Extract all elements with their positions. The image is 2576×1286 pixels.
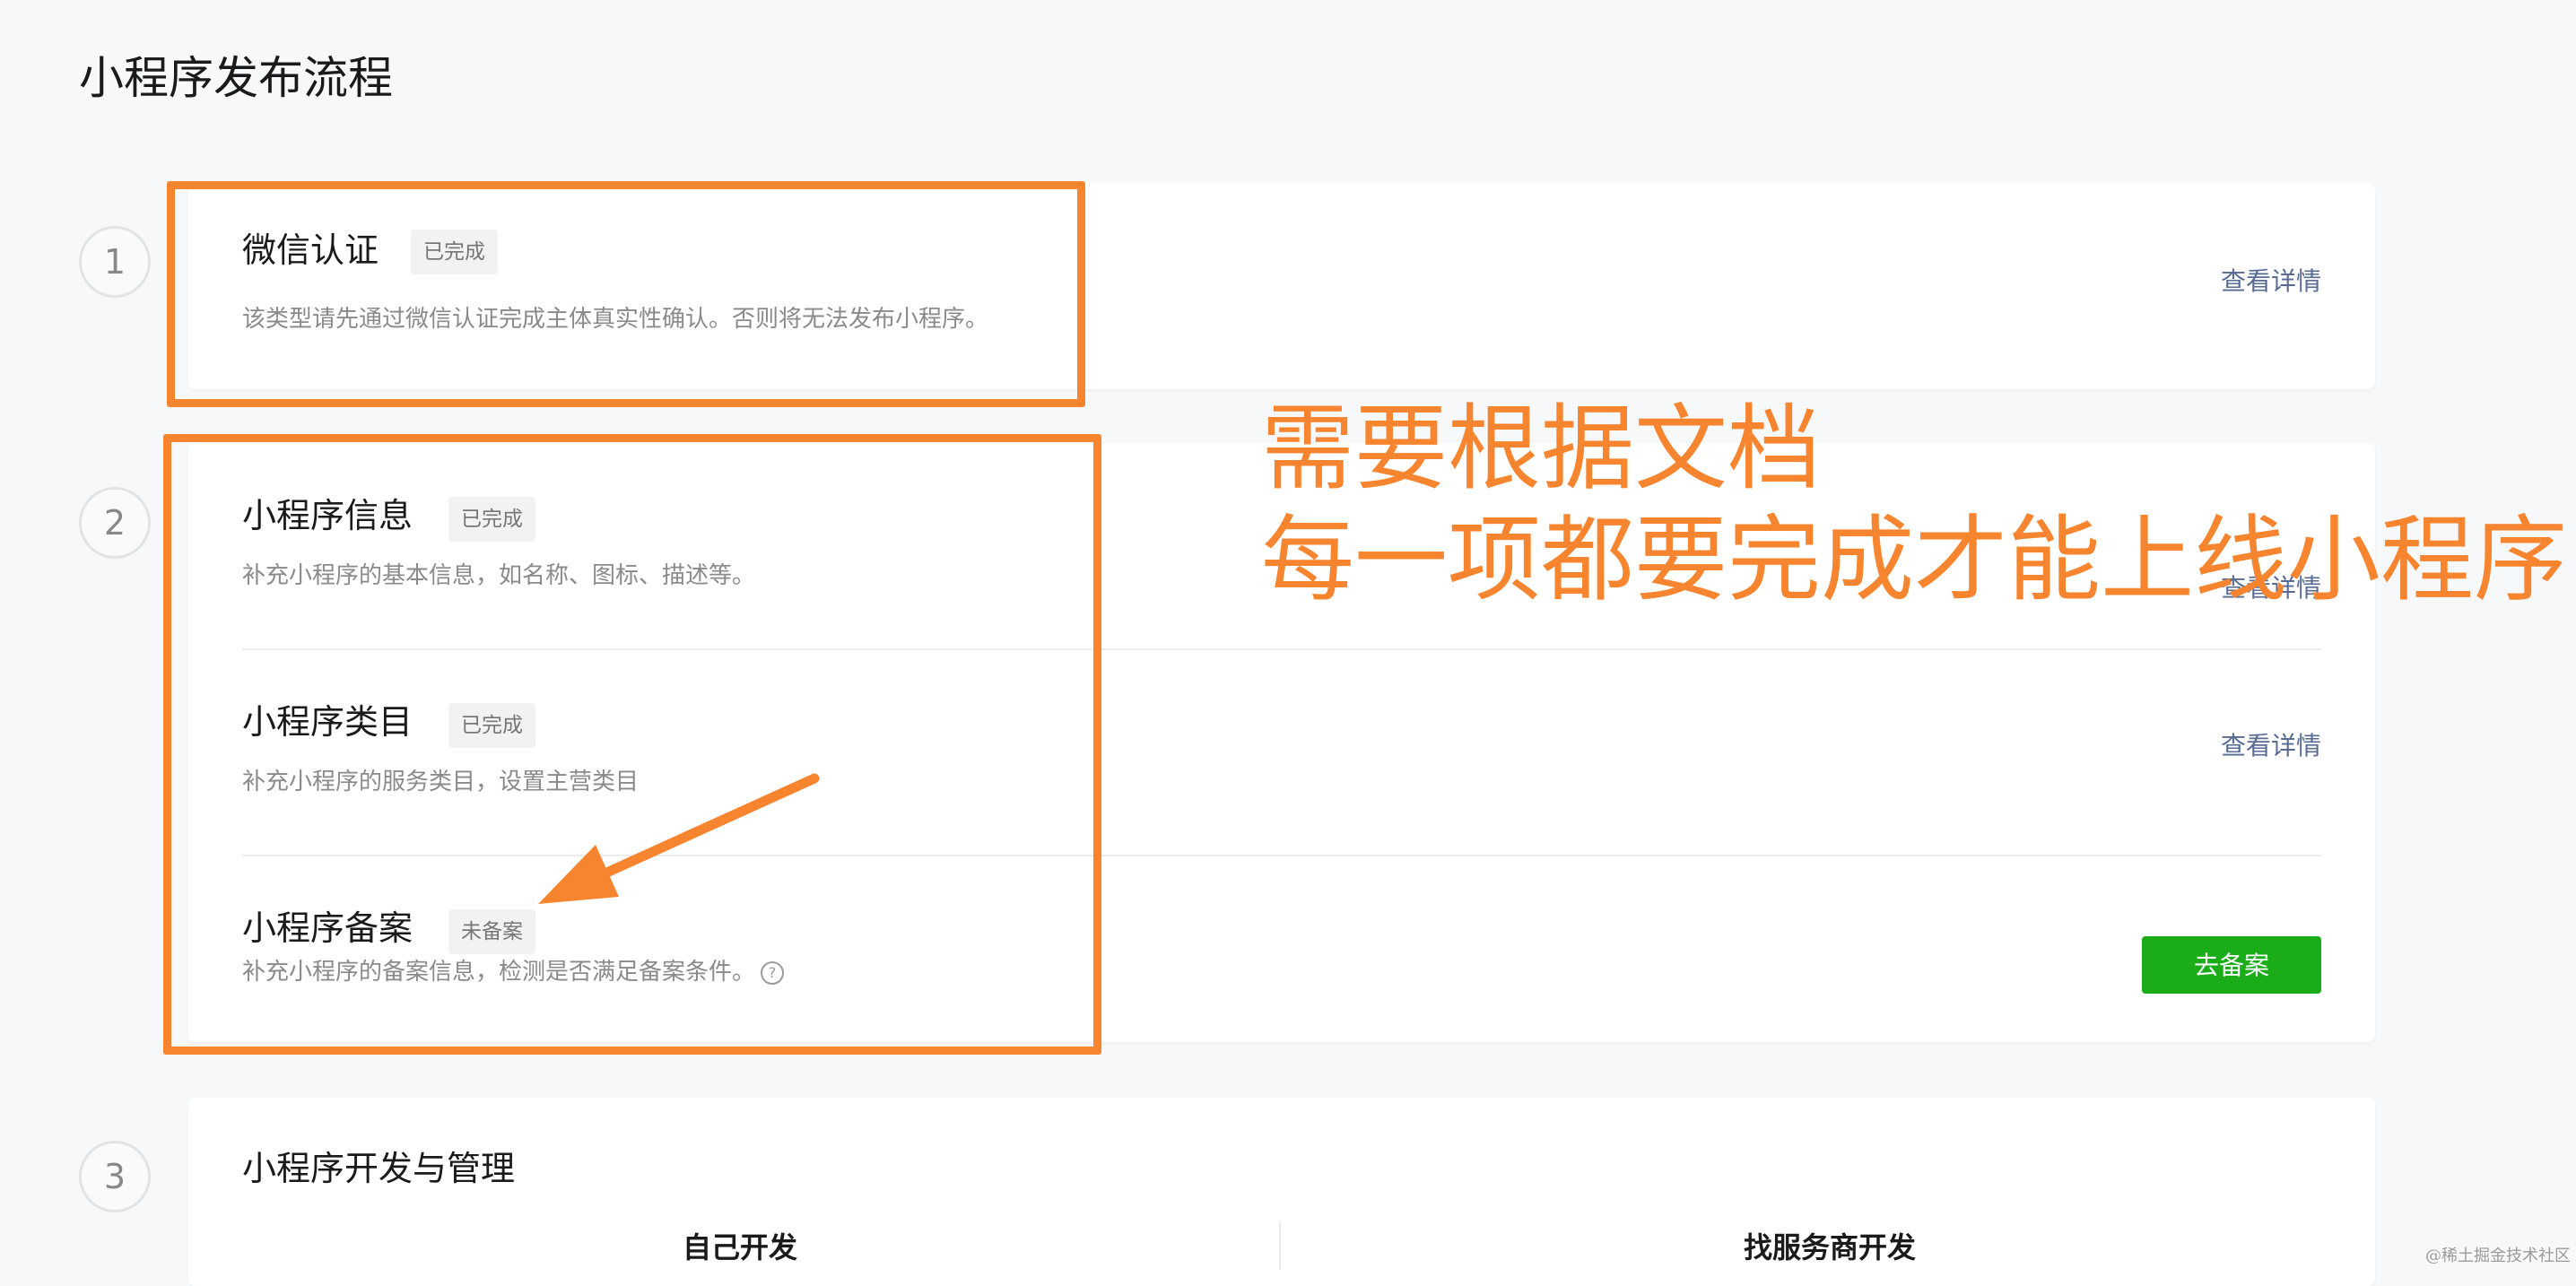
annotation-text: 需要根据文档 每一项都要完成才能上线小程序 xyxy=(1261,393,2567,615)
status-badge: 已完成 xyxy=(448,703,535,748)
status-badge: 已完成 xyxy=(411,230,498,274)
miniprogram-category-title: 小程序类目 xyxy=(242,702,413,742)
page-title: 小程序发布流程 xyxy=(79,52,393,104)
option-divider xyxy=(1279,1221,1281,1270)
view-details-link[interactable]: 查看详情 xyxy=(2221,728,2321,764)
row-divider xyxy=(242,855,2321,856)
annotation-line-2: 每一项都要完成才能上线小程序 xyxy=(1261,505,2568,614)
miniprogram-info-description: 补充小程序的基本信息，如名称、图标、描述等。 xyxy=(242,562,756,589)
go-filing-button[interactable]: 去备案 xyxy=(2142,936,2321,994)
miniprogram-filing-title: 小程序备案 xyxy=(242,908,413,948)
miniprogram-filing-description: 补充小程序的备案信息，检测是否满足备案条件。 xyxy=(242,959,756,986)
step-number-2: 2 xyxy=(79,487,151,559)
wechat-auth-title: 微信认证 xyxy=(242,230,379,270)
miniprogram-filing-description-wrap: 补充小程序的备案信息，检测是否满足备案条件。? xyxy=(242,954,785,990)
status-badge: 未备案 xyxy=(448,909,535,954)
miniprogram-filing-row: 小程序备案 未备案 补充小程序的备案信息，检测是否满足备案条件。? xyxy=(242,906,2321,1013)
view-details-link[interactable]: 查看详情 xyxy=(2221,264,2321,300)
watermark: @稀土掘金技术社区 xyxy=(2425,1247,2571,1265)
wechat-auth-description: 该类型请先通过微信认证完成主体真实性确认。否则将无法发布小程序。 xyxy=(242,306,989,333)
dev-management-card: 小程序开发与管理 xyxy=(188,1098,2375,1286)
dev-management-title: 小程序开发与管理 xyxy=(242,1149,516,1188)
miniprogram-info-title: 小程序信息 xyxy=(242,496,413,535)
wechat-auth-card: 微信认证 已完成 该类型请先通过微信认证完成主体真实性确认。否则将无法发布小程序… xyxy=(188,183,2375,389)
status-badge: 已完成 xyxy=(448,497,535,542)
step-number-1: 1 xyxy=(79,226,151,298)
wechat-auth-row: 微信认证 已完成 该类型请先通过微信认证完成主体真实性确认。否则将无法发布小程序… xyxy=(242,228,2321,353)
miniprogram-category-row: 小程序类目 已完成 补充小程序的服务类目，设置主营类目 查看详情 xyxy=(242,699,2321,807)
question-circle-icon[interactable]: ? xyxy=(761,960,785,985)
miniprogram-category-description: 补充小程序的服务类目，设置主营类目 xyxy=(242,769,640,795)
self-develop-option[interactable]: 自己开发 xyxy=(610,1225,870,1266)
step-number-3: 3 xyxy=(79,1141,151,1212)
vendor-develop-option[interactable]: 找服务商开发 xyxy=(1686,1225,1973,1266)
annotation-line-1: 需要根据文档 xyxy=(1261,394,1822,503)
row-divider xyxy=(242,648,2321,650)
